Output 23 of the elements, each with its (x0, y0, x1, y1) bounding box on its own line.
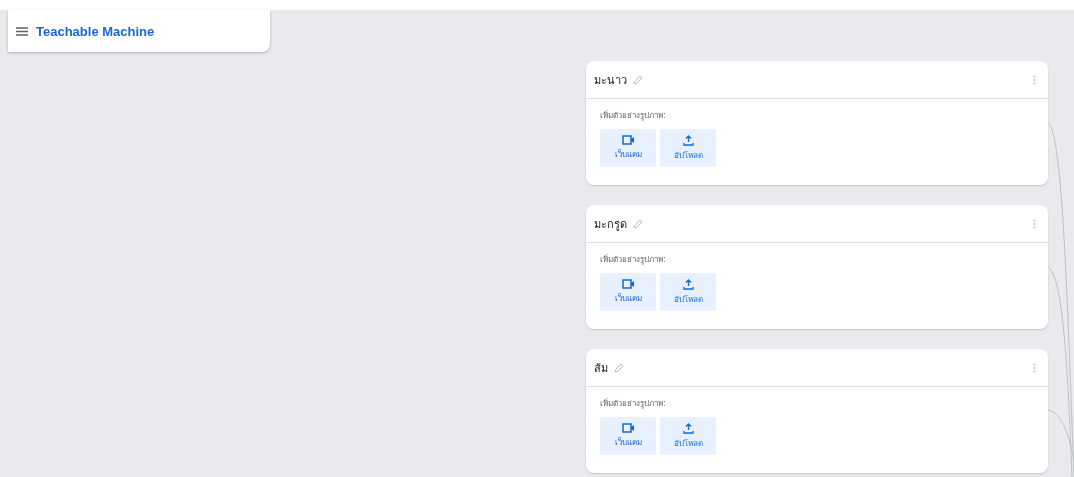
video-camera-icon (621, 279, 635, 289)
pencil-icon[interactable] (633, 74, 643, 85)
webcam-button[interactable]: เว็บแคม (600, 273, 656, 311)
app-title: Teachable Machine (36, 23, 155, 39)
video-camera-icon (621, 135, 635, 145)
upload-button[interactable]: อัปโหลด (660, 273, 716, 311)
add-samples-label: เพิ่มตัวอย่างรูปภาพ: (600, 253, 667, 266)
video-camera-icon (621, 423, 635, 433)
upload-button[interactable]: อัปโหลด (660, 417, 716, 455)
pencil-icon[interactable] (614, 362, 624, 373)
upload-button[interactable]: อัปโหลด (660, 129, 716, 167)
menu-icon[interactable] (16, 26, 28, 36)
webcam-button[interactable]: เว็บแคม (600, 129, 656, 167)
pencil-icon[interactable] (633, 218, 643, 229)
class-name: ส้ม (594, 360, 608, 377)
webcam-button[interactable]: เว็บแคม (600, 417, 656, 455)
class-name: มะนาว (594, 72, 627, 89)
upload-icon (682, 422, 694, 434)
add-samples-label: เพิ่มตัวอย่างรูปภาพ: (600, 397, 667, 410)
add-samples-label: เพิ่มตัวอย่างรูปภาพ: (600, 109, 667, 122)
upload-icon (682, 134, 694, 146)
class-name: มะกรูด (594, 216, 627, 233)
upload-icon (682, 278, 694, 290)
